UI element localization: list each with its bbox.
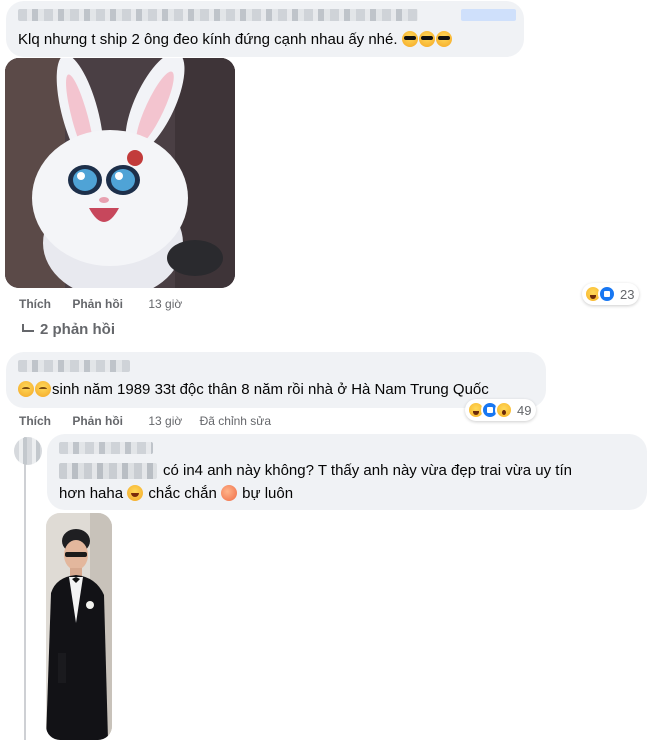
view-replies-link[interactable]: 2 phản hồi xyxy=(22,321,115,338)
reply-bubble: có in4 anh này không? T thấy anh này vừa… xyxy=(47,434,647,510)
reaction-summary[interactable]: 49 xyxy=(465,399,537,421)
reaction-count: 23 xyxy=(620,286,635,302)
sunglasses-emoji-icon xyxy=(435,31,452,47)
reply-arrow-icon xyxy=(22,324,34,332)
redacted-mention xyxy=(59,463,157,479)
peach-emoji-icon xyxy=(220,485,237,501)
man-illustration xyxy=(46,513,112,740)
comment-bubble: sinh năm 1989 33t độc thân 8 năm rồi nhà… xyxy=(6,352,546,408)
sunglasses-emoji-icon xyxy=(401,31,418,47)
reply-text-line-1: có in4 anh này không? T thấy anh này vừa… xyxy=(163,462,572,479)
like-action[interactable]: Thích xyxy=(19,414,51,428)
comment-text: Klq nhưng t ship 2 ông đeo kính đứng cạn… xyxy=(18,30,453,50)
comment-bubble: Klq nhưng t ship 2 ông đeo kính đứng cạn… xyxy=(6,1,524,57)
comment-actions: Thích Phản hồi 13 giờ Đã chỉnh sửa xyxy=(19,413,271,429)
reply-image-man-in-tuxedo[interactable] xyxy=(46,513,112,740)
comment-text: sinh năm 1989 33t độc thân 8 năm rồi nhà… xyxy=(18,380,489,400)
comment-author-name[interactable] xyxy=(18,9,418,21)
reply-author-name[interactable] xyxy=(59,442,153,454)
comment-timestamp[interactable]: 13 giờ xyxy=(148,297,182,311)
reply-text-part: hơn haha xyxy=(59,485,124,502)
edited-label: Đã chỉnh sửa xyxy=(199,414,271,428)
reply-text-part: bự luôn xyxy=(242,485,294,502)
author-badge xyxy=(461,9,516,21)
comment-actions: Thích Phản hồi 13 giờ xyxy=(19,296,182,312)
reply-text-line-2: hơn haha chắc chắn bự luôn xyxy=(59,484,293,504)
relieved-emoji-icon xyxy=(35,381,51,397)
laughing-emoji-icon xyxy=(127,485,144,501)
comment-image-bunny[interactable] xyxy=(5,58,235,288)
reply-text-part: chắc chắn xyxy=(148,485,217,502)
wow-reaction-icon xyxy=(495,401,513,419)
thread-connector-line xyxy=(24,437,26,740)
like-reaction-icon xyxy=(598,285,616,303)
reply-action[interactable]: Phản hồi xyxy=(72,414,123,428)
relieved-emoji-icon xyxy=(18,381,34,397)
comment-text-content: Klq nhưng t ship 2 ông đeo kính đứng cạn… xyxy=(18,31,398,48)
view-replies-label: 2 phản hồi xyxy=(40,321,115,338)
comment-timestamp[interactable]: 13 giờ xyxy=(148,414,182,428)
reply-avatar[interactable] xyxy=(14,437,42,465)
reaction-count: 49 xyxy=(517,402,532,418)
sunglasses-emoji-icon xyxy=(418,31,435,47)
reply-action[interactable]: Phản hồi xyxy=(72,297,123,311)
bunny-illustration xyxy=(5,58,235,288)
like-action[interactable]: Thích xyxy=(19,297,51,311)
reaction-summary[interactable]: 23 xyxy=(582,283,640,305)
comment-author-name[interactable] xyxy=(18,360,130,372)
comment-text-content: sinh năm 1989 33t độc thân 8 năm rồi nhà… xyxy=(52,381,489,398)
